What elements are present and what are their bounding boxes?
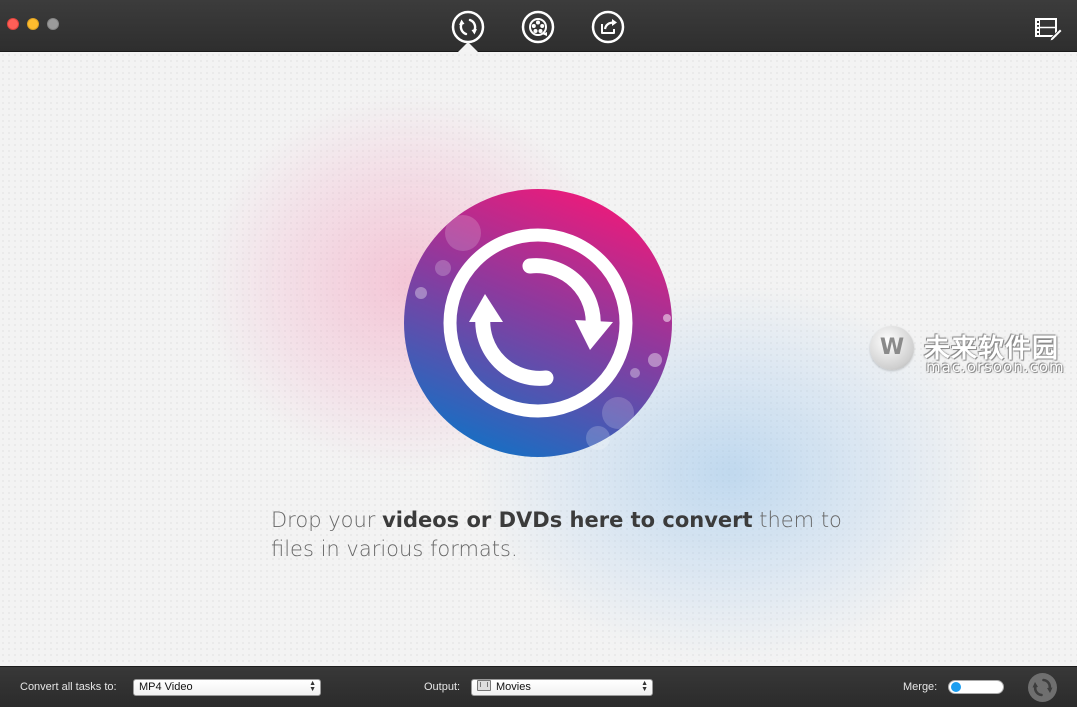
- convert-all-label: Convert all tasks to:: [20, 681, 117, 693]
- output-select-value: Movies: [496, 681, 531, 693]
- watermark: W 未来软件园 mac.orsoon.com: [870, 326, 1070, 386]
- title-bar: [0, 0, 1077, 52]
- share-icon: [591, 10, 625, 44]
- film-reel-icon: [521, 10, 555, 44]
- minimize-window-button[interactable]: [27, 18, 39, 30]
- merge-label: Merge:: [903, 681, 938, 693]
- convert-button[interactable]: [1028, 673, 1057, 702]
- watermark-logo: W: [870, 326, 914, 370]
- close-window-button[interactable]: [7, 18, 19, 30]
- output-label: Output:: [424, 681, 461, 693]
- convert-circle-icon: [404, 189, 672, 457]
- select-arrows-icon: ▲ ▼: [309, 680, 316, 693]
- active-tab-pointer: [458, 42, 478, 52]
- convert-tab[interactable]: [451, 10, 485, 44]
- merge-toggle-knob: [951, 682, 961, 692]
- convert-arrows-icon: [1032, 678, 1053, 697]
- drop-zone[interactable]: Drop your videos or DVDs here to convert…: [0, 52, 1077, 666]
- convert-arrows-icon: [451, 10, 485, 44]
- drop-text-pre: Drop your: [271, 508, 383, 532]
- merge-toggle[interactable]: [948, 680, 1004, 694]
- film-edit-icon: [1035, 18, 1063, 42]
- watermark-url: mac.orsoon.com: [926, 358, 1065, 376]
- movies-folder-icon: [477, 680, 491, 691]
- watermark-logo-letter: W: [879, 335, 905, 360]
- zoom-window-button[interactable]: [47, 18, 59, 30]
- share-tab[interactable]: [591, 10, 625, 44]
- format-select-value: MP4 Video: [139, 681, 193, 693]
- burn-tab[interactable]: [521, 10, 555, 44]
- drop-text-bold: videos or DVDs here to convert: [382, 508, 753, 532]
- format-select[interactable]: MP4 Video ▲ ▼: [133, 679, 321, 696]
- select-arrows-icon: ▲ ▼: [641, 680, 648, 693]
- film-edit-button[interactable]: [1033, 12, 1063, 42]
- bottom-bar: Convert all tasks to: MP4 Video ▲ ▼ Outpu…: [0, 666, 1077, 707]
- output-select[interactable]: Movies ▲ ▼: [471, 679, 653, 696]
- drop-instructions: Drop your videos or DVDs here to convert…: [271, 506, 861, 564]
